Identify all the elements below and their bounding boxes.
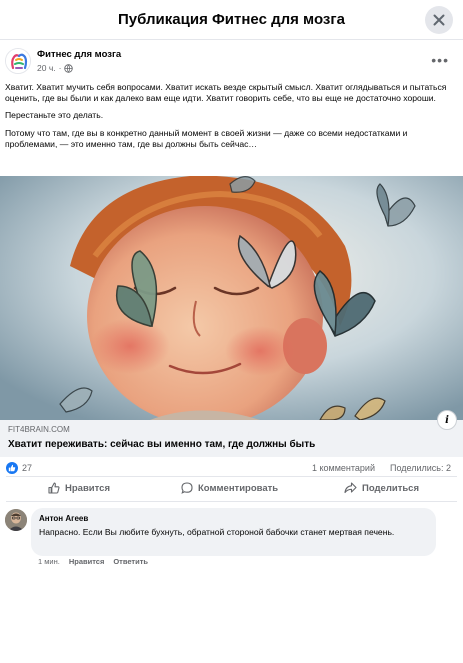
- like-reaction-icon[interactable]: [6, 462, 18, 474]
- share-count[interactable]: Поделились: 2: [390, 463, 451, 473]
- comment-icon: [181, 482, 193, 494]
- ellipsis-icon: •••: [431, 52, 449, 68]
- close-button[interactable]: [425, 6, 453, 34]
- child-with-butterflies-illustration: [0, 176, 463, 420]
- info-icon[interactable]: i: [437, 410, 457, 430]
- post-author-row: Фитнес для мозга 20 ч. · •••: [0, 44, 463, 78]
- globe-icon: [64, 63, 74, 73]
- commenter-avatar-image: [5, 509, 27, 531]
- comment-button-label: Комментировать: [198, 482, 279, 494]
- author-name[interactable]: Фитнес для мозга: [37, 49, 121, 60]
- post-paragraph: Потому что там, где вы в конкретно данны…: [5, 127, 408, 149]
- comment-text: Напрасно. Если Вы любите бухнуть, обратн…: [39, 527, 395, 537]
- comment-bubble: Антон Агеев Напрасно. Если Вы любите бух…: [31, 508, 436, 556]
- like-count[interactable]: 27: [22, 463, 32, 473]
- comment-like-button[interactable]: Нравится: [69, 557, 105, 566]
- comment-count[interactable]: 1 комментарий: [312, 463, 375, 473]
- like-button-label: Нравится: [65, 482, 110, 494]
- commenter-avatar[interactable]: [5, 509, 27, 531]
- link-domain: FIT4BRAIN.COM: [8, 425, 70, 434]
- post-time[interactable]: 20 ч.: [37, 63, 56, 73]
- post-paragraph: Хватит. Хватит мучить себя вопросами. Хв…: [5, 82, 447, 104]
- share-arrow-icon: [344, 482, 357, 494]
- commenter-name[interactable]: Антон Агеев: [39, 514, 428, 523]
- brain-logo-icon: [6, 49, 30, 73]
- post-actions: Нравится Комментировать Поделиться: [6, 476, 457, 502]
- meta-separator: ·: [58, 63, 62, 73]
- post-meta: 20 ч. ·: [37, 63, 74, 73]
- post-paragraph: Перестаньте это делать.: [5, 110, 104, 121]
- comment-actions: 1 мин. Нравится Ответить: [38, 557, 148, 566]
- thumbs-up-icon: [48, 482, 60, 494]
- modal-header: Публикация Фитнес для мозга: [0, 0, 463, 40]
- page-avatar[interactable]: [5, 48, 31, 74]
- thumbs-up-icon: [8, 464, 16, 472]
- like-button[interactable]: Нравится: [48, 482, 110, 494]
- post-image[interactable]: [0, 176, 463, 420]
- comment-reply-button[interactable]: Ответить: [113, 557, 148, 566]
- link-title[interactable]: Хватит переживать: сейчас вы именно там,…: [8, 439, 315, 450]
- share-button[interactable]: Поделиться: [344, 482, 419, 494]
- reaction-stats: 27 1 комментарий Поделились: 2: [0, 460, 463, 476]
- modal-title: Публикация Фитнес для мозга: [118, 11, 345, 28]
- share-button-label: Поделиться: [362, 482, 420, 494]
- comment-time[interactable]: 1 мин.: [38, 557, 60, 566]
- post-text: Хватит. Хватит мучить себя вопросами. Хв…: [5, 82, 457, 156]
- link-preview-card[interactable]: i FIT4BRAIN.COM Хватит переживать: сейча…: [0, 410, 463, 457]
- close-icon: [433, 14, 445, 26]
- more-options-button[interactable]: •••: [431, 52, 449, 68]
- comment-button[interactable]: Комментировать: [181, 482, 278, 494]
